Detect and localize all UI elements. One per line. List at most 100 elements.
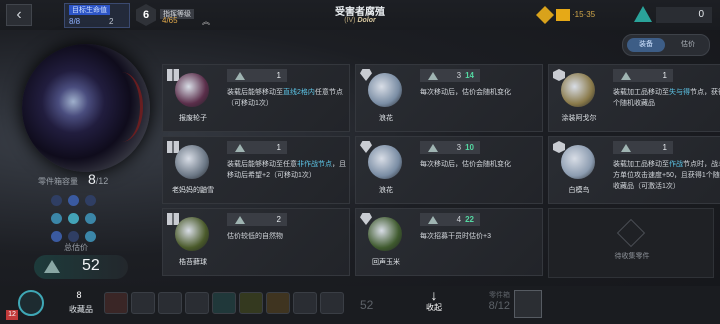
slot-dot — [51, 213, 62, 224]
stow-button[interactable]: ↓ 收起 — [414, 288, 454, 313]
value-icon — [621, 72, 631, 80]
current-price: 14 — [465, 71, 474, 80]
slot-dot — [85, 195, 96, 206]
part-card[interactable]: 回声玉米 4 22 每次招募干员时估价+3 — [355, 208, 543, 276]
part-card[interactable]: 白模鸟 1 装载加工品移动至作战节点时，战斗我方单位攻击速度+50，且获得1个随机收… — [548, 136, 720, 204]
chevron-up-icon: ︽ — [202, 17, 210, 26]
command-level-panel[interactable]: 指挥等级 4/65 ︽ — [160, 3, 216, 28]
base-price: 3 — [456, 71, 462, 80]
part-price: 3 10 — [420, 141, 480, 154]
value-icon — [428, 72, 438, 80]
parts-capacity-current: 8 — [88, 171, 96, 187]
page-title: 受害者腐殖 — [335, 7, 385, 18]
part-name: 浪花 — [379, 187, 393, 194]
part-card[interactable]: 涂装阿戈尔 1 装载加工品移动至失与得节点，获得2个随机收藏品 — [548, 64, 720, 132]
parts-capacity-value: 8/12 — [88, 171, 108, 187]
value-icon — [235, 216, 245, 224]
collection-count: 8 — [76, 290, 82, 300]
part-image — [561, 73, 595, 107]
back-button[interactable]: ‹ — [6, 4, 32, 26]
part-card[interactable]: 浪花 3 10 每次移动后，估价会随机变化 — [355, 136, 543, 204]
price-value: 1 — [662, 71, 667, 80]
collection-item[interactable] — [320, 292, 344, 314]
empty-slot-label: 待收集零件 — [614, 253, 650, 260]
empty-part-slot: 待收集零件 — [548, 208, 714, 278]
collection-item[interactable] — [158, 292, 182, 314]
slot-dot — [51, 195, 62, 206]
part-price: 1 — [613, 141, 673, 154]
value-icon — [428, 216, 438, 224]
level-hex-icon: 6 — [136, 4, 156, 26]
part-description: 每次招募干员时估价+3 — [420, 231, 540, 242]
slot-dot — [68, 231, 79, 242]
part-card[interactable]: 老妈妈的鼬雪 1 装载后能够移动至任意非作战节点，且移动后希望+2（可移动1次） — [162, 136, 350, 204]
collection-item[interactable] — [293, 292, 317, 314]
price-value: 1 — [276, 71, 281, 80]
value-icon — [44, 260, 60, 273]
part-name: 浪花 — [379, 115, 393, 122]
base-price: 3 — [456, 143, 462, 152]
slot-dot — [68, 213, 79, 224]
gem-resource-value: 0 — [656, 7, 712, 23]
target-shield-value: 2 — [109, 17, 114, 26]
part-price: 3 14 — [420, 69, 480, 82]
view-toggle[interactable]: 装备 估价 — [622, 34, 710, 56]
current-price: 10 — [465, 143, 474, 152]
part-image — [368, 145, 402, 179]
bottom-bar: 12 8 收藏品 52 ↓ 收起 零件箱 8/12 — [0, 286, 720, 324]
part-name: 老妈妈的鼬雪 — [172, 187, 214, 194]
collection-button[interactable]: 收藏品 — [62, 304, 100, 315]
page-subtitle: (IV) Dolor — [300, 17, 420, 24]
collection-item[interactable] — [239, 292, 263, 314]
collection-items — [104, 292, 347, 316]
collection-item[interactable] — [104, 292, 128, 314]
subtitle-prefix: (IV) — [344, 17, 356, 24]
slot-dot — [85, 231, 96, 242]
gold-resource-icon — [536, 6, 554, 24]
squad-logo-icon[interactable] — [18, 290, 44, 316]
top-bar: ‹ 目标生命值 8/8 2 6 指挥等级 4/65 ︽ 受害者腐殖 (IV) D… — [0, 0, 720, 30]
target-hp-panel: 目标生命值 8/8 2 — [64, 3, 130, 28]
description-text: 每次移动后，估价会随机变化 — [420, 89, 511, 96]
part-name: 回声玉米 — [372, 259, 400, 266]
part-image — [561, 145, 595, 179]
value-icon — [428, 144, 438, 152]
part-name: 报废轮子 — [179, 115, 207, 122]
toggle-equip[interactable]: 装备 — [627, 38, 665, 52]
collection-item[interactable] — [212, 292, 236, 314]
current-price: 22 — [465, 215, 474, 224]
part-card[interactable]: 梏苔藓球 2 估价较低的自然物 — [162, 208, 350, 276]
part-description: 每次移动后，估价会随机变化 — [420, 87, 540, 98]
part-description: 装载加工品移动至作战节点时，战斗我方单位攻击速度+50，且获得1个随机收藏品（可… — [613, 159, 720, 192]
collection-item[interactable] — [185, 292, 209, 314]
description-text: 每次招募干员时估价+3 — [420, 233, 491, 240]
total-value-label: 总估价 — [64, 243, 88, 252]
description-keyword: 直线2格内 — [283, 89, 315, 96]
parts-box-summary: 零件箱 8/12 — [478, 290, 510, 312]
value-icon — [621, 144, 631, 152]
description-keyword: 作战 — [669, 161, 683, 168]
parts-capacity-max: /12 — [95, 176, 109, 186]
part-name: 梏苔藓球 — [179, 259, 207, 266]
eye-illustration — [22, 44, 150, 172]
collection-item[interactable] — [131, 292, 155, 314]
description-text: 装载加工品移动至 — [613, 161, 669, 168]
slot-dot — [85, 213, 96, 224]
parts-box-value: 8/12 — [488, 300, 510, 312]
toggle-value[interactable]: 估价 — [671, 38, 705, 52]
description-keyword: 失与得 — [669, 89, 690, 96]
part-card[interactable]: 浪花 3 14 每次移动后，估价会随机变化 — [355, 64, 543, 132]
subtitle-name: Dolor — [357, 17, 376, 24]
description-text: 装载后能够移动至任意 — [227, 161, 297, 168]
part-description: 装载加工品移动至失与得节点，获得2个随机收藏品 — [613, 87, 720, 109]
download-arrow-icon: ↓ — [430, 287, 438, 303]
price-value: 1 — [662, 143, 667, 152]
part-card[interactable]: 报废轮子 1 装载后能够移动至直线2格内任意节点（可移动1次） — [162, 64, 350, 132]
part-image — [175, 217, 209, 251]
total-value-box: 52 — [34, 255, 128, 279]
collection-item[interactable] — [266, 292, 290, 314]
part-price: 1 — [613, 69, 673, 82]
parts-box-label: 零件箱 — [489, 292, 510, 299]
part-description: 装载后能够移动至直线2格内任意节点（可移动1次） — [227, 87, 347, 109]
parts-box-button[interactable] — [514, 290, 542, 318]
